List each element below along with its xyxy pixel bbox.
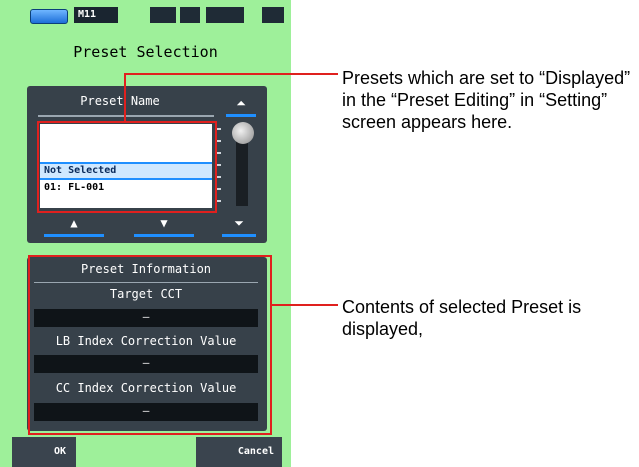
list-highlight-box	[37, 121, 217, 213]
status-indicator	[180, 7, 200, 23]
page-title: Preset Selection	[73, 43, 218, 61]
scroll-ticks	[216, 126, 224, 206]
scroll-up-button[interactable]: ▲	[44, 212, 104, 237]
preset-name-header: Preset Name	[80, 94, 160, 108]
status-indicator	[150, 7, 176, 23]
callout-line	[124, 73, 338, 75]
camera-icon	[206, 7, 244, 23]
info-highlight-box	[28, 255, 272, 435]
scroll-top-button[interactable]: ⏶	[226, 92, 256, 117]
memory-icon	[262, 7, 284, 23]
cancel-button[interactable]: Cancel	[196, 437, 282, 467]
divider	[38, 115, 214, 117]
callout-line	[270, 304, 338, 306]
scroll-bottom-button[interactable]: ⏷	[222, 212, 256, 237]
mode-badge: M11	[74, 7, 118, 23]
annotation-list: Presets which are set to “Displayed” in …	[342, 68, 631, 132]
scroll-down-button[interactable]: ▼	[134, 212, 194, 237]
annotation-info: Contents of selected Preset is displayed…	[342, 297, 582, 339]
callout-line	[124, 73, 126, 122]
scroll-knob[interactable]	[232, 122, 254, 144]
ok-button[interactable]: OK	[12, 437, 76, 467]
battery-icon	[30, 9, 68, 24]
